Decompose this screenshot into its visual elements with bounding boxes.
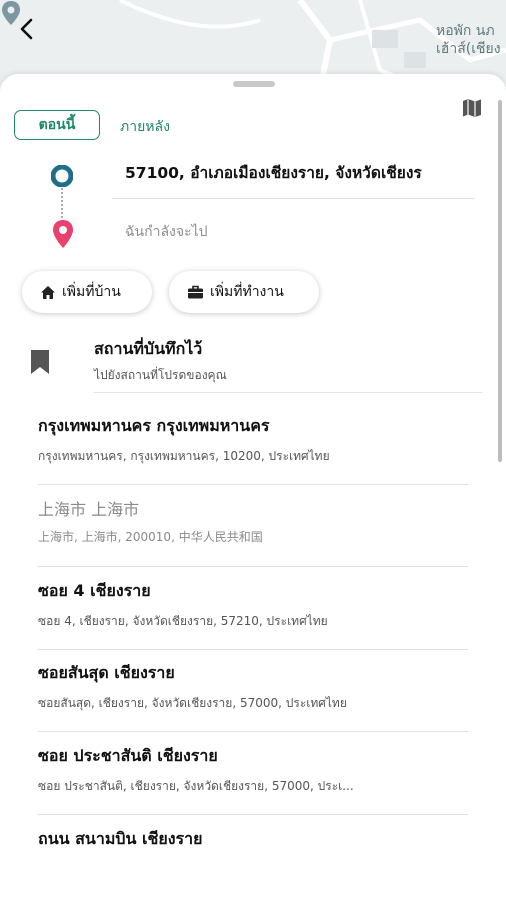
back-button[interactable] <box>18 18 50 50</box>
list-item-title: กรุงเทพมหานคร กรุงเทพมหานคร <box>38 416 270 435</box>
home-icon <box>41 285 55 299</box>
origin-divider <box>112 198 474 199</box>
destination-pin-icon <box>53 220 73 248</box>
list-item-subtitle: กรุงเทพมหานคร, กรุงเทพมหานคร, 10200, ประ… <box>38 449 330 463</box>
list-item[interactable]: 上海市 上海市 上海市, 上海市, 200010, 中华人民共和国 <box>38 496 468 567</box>
map-place-label-line1: หอพัก นภ <box>436 23 495 39</box>
destination-input[interactable]: ฉันกำลังจะไป <box>125 221 208 243</box>
bottom-sheet: ตอนนี้ ภายหลัง 57100, อำเภอเมืองเชียงราย… <box>0 74 506 900</box>
list-item[interactable]: ซอย ประชาสันติ เชียงราย ซอย ประชาสันติ, … <box>38 744 468 815</box>
list-item[interactable]: กรุงเทพมหานคร กรุงเทพมหานคร กรุงเทพมหานค… <box>38 414 468 485</box>
add-home-label: เพิ่มที่บ้าน <box>62 284 121 300</box>
origin-marker-icon <box>51 165 73 187</box>
map-place-label: หอพัก นภ เฮ้าส์(เชียง <box>436 22 501 58</box>
time-later-button[interactable]: ภายหลัง <box>120 116 170 138</box>
list-item-subtitle: ซอย 4, เชียงราย, จังหวัดเชียงราย, 57210,… <box>38 614 328 628</box>
add-work-label: เพิ่มที่ทำงาน <box>210 284 284 300</box>
bookmark-icon <box>31 350 49 374</box>
list-item[interactable]: ซอยสันสุด เชียงราย ซอยสันสุด, เชียงราย, … <box>38 661 468 732</box>
map-icon <box>463 99 481 117</box>
list-item-title: 上海市 上海市 <box>38 500 140 519</box>
saved-divider <box>94 392 482 393</box>
briefcase-icon <box>188 285 203 299</box>
list-item-subtitle: ซอยสันสุด, เชียงราย, จังหวัดเชียงราย, 57… <box>38 696 347 710</box>
route-connector <box>61 188 65 218</box>
list-item[interactable]: ซอย 4 เชียงราย ซอย 4, เชียงราย, จังหวัดเ… <box>38 579 468 650</box>
time-now-button[interactable]: ตอนนี้ <box>14 110 100 140</box>
map-place-label-line2: เฮ้าส์(เชียง <box>436 41 501 57</box>
list-item-title: ถนน สนามบิน เชียงราย <box>38 829 203 848</box>
list-item[interactable]: ถนน สนามบิน เชียงราย <box>38 827 468 860</box>
list-item-divider <box>38 649 468 650</box>
list-item-divider <box>38 484 468 485</box>
list-item-divider <box>38 566 468 567</box>
add-work-button[interactable]: เพิ่มที่ทำงาน <box>169 271 319 313</box>
list-item-title: ซอยสันสุด เชียงราย <box>38 663 175 682</box>
sheet-drag-handle[interactable] <box>233 81 275 87</box>
scrollbar[interactable] <box>498 100 502 462</box>
saved-places-subtitle: ไปยังสถานที่โปรดของคุณ <box>94 368 227 382</box>
list-item-title: ซอย 4 เชียงราย <box>38 581 151 600</box>
list-item-divider <box>38 731 468 732</box>
list-item-subtitle: ซอย ประชาสันติ, เชียงราย, จังหวัดเชียงรา… <box>38 779 354 793</box>
list-item-title: ซอย ประชาสันติ เชียงราย <box>38 746 218 765</box>
map-view-button[interactable] <box>460 96 484 120</box>
add-home-button[interactable]: เพิ่มที่บ้าน <box>22 271 152 313</box>
saved-places-title[interactable]: สถานที่บันทึกไว้ <box>94 337 202 362</box>
origin-input[interactable]: 57100, อำเภอเมืองเชียงราย, จังหวัดเชียงร <box>125 160 485 185</box>
map-location-pin-icon <box>2 1 20 25</box>
list-item-subtitle: 上海市, 上海市, 200010, 中华人民共和国 <box>38 530 263 544</box>
list-item-divider <box>38 814 468 815</box>
